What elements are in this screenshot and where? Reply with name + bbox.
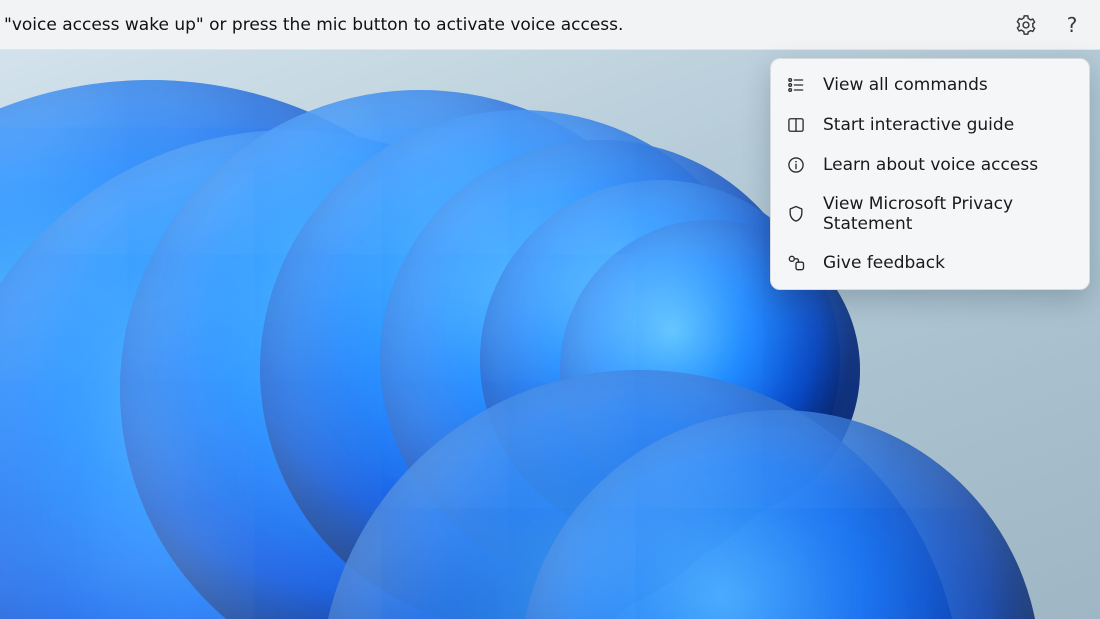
help-menu: View all commands Start interactive guid… xyxy=(770,58,1090,290)
menu-item-label: View Microsoft Privacy Statement xyxy=(823,194,1071,234)
menu-give-feedback[interactable]: Give feedback xyxy=(771,243,1089,283)
menu-item-label: View all commands xyxy=(823,75,1071,95)
voice-access-hint: "voice access wake up" or press the mic … xyxy=(4,15,1012,35)
menu-start-interactive-guide[interactable]: Start interactive guide xyxy=(771,105,1089,145)
toolbar-actions: ? xyxy=(1012,11,1090,39)
shield-icon xyxy=(785,203,807,225)
menu-item-label: Learn about voice access xyxy=(823,155,1071,175)
feedback-icon xyxy=(785,252,807,274)
menu-view-privacy-statement[interactable]: View Microsoft Privacy Statement xyxy=(771,185,1089,243)
voice-access-toolbar: "voice access wake up" or press the mic … xyxy=(0,0,1100,50)
info-icon xyxy=(785,154,807,176)
menu-item-label: Give feedback xyxy=(823,253,1071,273)
book-open-icon xyxy=(785,114,807,136)
menu-item-label: Start interactive guide xyxy=(823,115,1071,135)
menu-learn-about-voice-access[interactable]: Learn about voice access xyxy=(771,145,1089,185)
help-icon: ? xyxy=(1067,13,1078,37)
help-button[interactable]: ? xyxy=(1058,11,1086,39)
gear-icon xyxy=(1015,14,1037,36)
settings-button[interactable] xyxy=(1012,11,1040,39)
menu-view-all-commands[interactable]: View all commands xyxy=(771,65,1089,105)
list-settings-icon xyxy=(785,74,807,96)
